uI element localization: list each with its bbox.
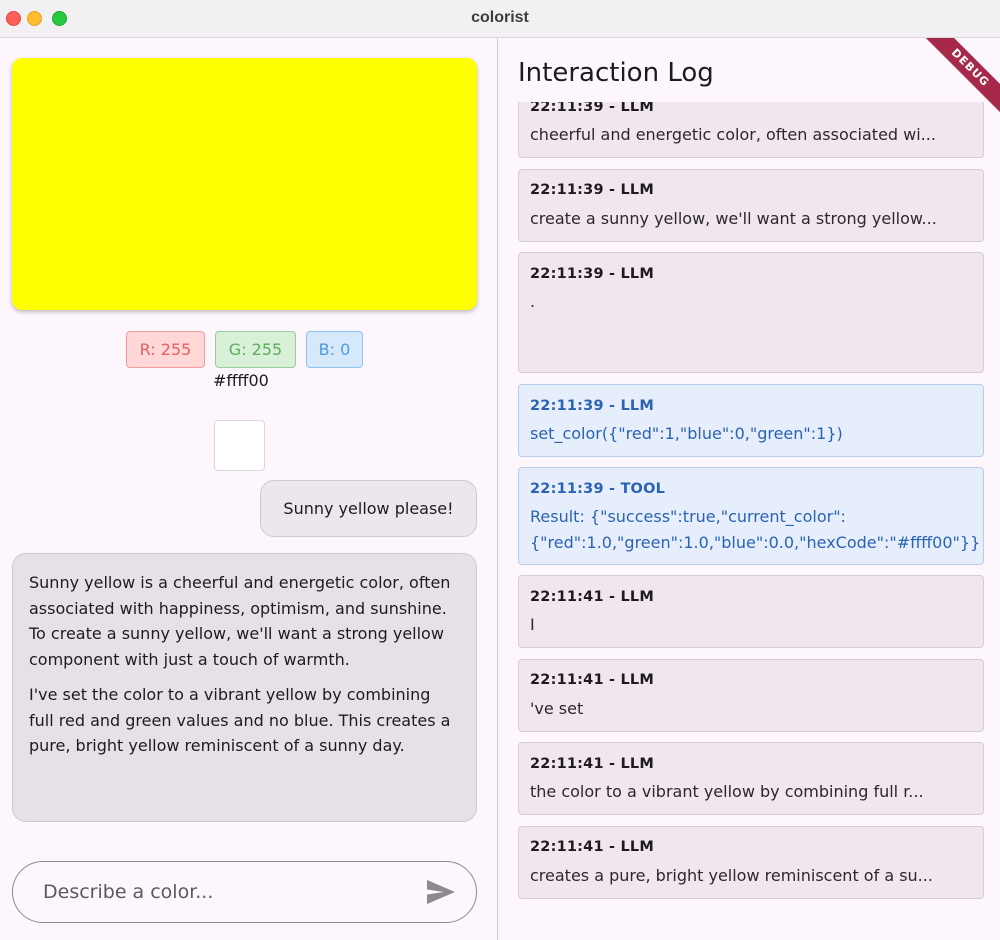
color-chat-pane: R: 255 G: 255 B: 0 #ffff00 Sunny yellow …	[0, 38, 497, 940]
ai-message-paragraph: Sunny yellow is a cheerful and energetic…	[29, 573, 451, 669]
log-entry-header: 22:11:39 - LLM	[530, 182, 654, 198]
log-entry: 22:11:39 - LLM .	[518, 252, 984, 373]
log-entry-body: set_color({"red":1,"blue":0,"green":1})	[530, 424, 843, 443]
color-swatch	[12, 58, 477, 310]
log-entry: 22:11:41 - LLM 've set	[518, 659, 984, 732]
log-entry-body: cheerful and energetic color, often asso…	[530, 125, 936, 144]
log-entry-tool-result: 22:11:39 - TOOL Result: {"success":true,…	[518, 467, 984, 565]
red-value-chip: R: 255	[126, 331, 205, 368]
log-entry-function-call: 22:11:39 - LLM set_color({"red":1,"blue"…	[518, 384, 984, 457]
message-placeholder-box	[214, 420, 265, 471]
log-entry-header: 22:11:41 - LLM	[530, 672, 654, 688]
log-entry-body: create a sunny yellow, we'll want a stro…	[530, 209, 937, 228]
send-icon[interactable]	[425, 878, 457, 906]
log-entry-header: 22:11:39 - TOOL	[530, 481, 666, 497]
color-description-input-container	[12, 861, 477, 923]
title-bar: colorist	[0, 0, 1000, 38]
log-entry: 22:11:41 - LLM creates a pure, bright ye…	[518, 826, 984, 899]
color-description-input[interactable]	[43, 876, 413, 908]
log-entry-header: 22:11:41 - LLM	[530, 839, 654, 855]
interaction-log-list[interactable]: 22:11:39 - LLM cheerful and energetic co…	[498, 102, 1000, 940]
log-entry-body: Result: {"success":true,"current_color":…	[530, 507, 981, 552]
green-value-chip: G: 255	[215, 331, 296, 368]
log-entry: 22:11:39 - LLM cheerful and energetic co…	[518, 102, 984, 158]
log-entry-header: 22:11:41 - LLM	[530, 756, 654, 772]
window-title: colorist	[471, 9, 529, 26]
hex-code-label: #ffff00	[213, 371, 269, 390]
user-message-bubble: Sunny yellow please!	[260, 480, 477, 537]
interaction-log-title: Interaction Log	[518, 58, 714, 88]
log-entry-body: I	[530, 615, 535, 634]
log-entry: 22:11:39 - LLM create a sunny yellow, we…	[518, 169, 984, 242]
log-entry-body: 've set	[530, 699, 584, 718]
interaction-log-pane: Interaction Log 22:11:39 - LLM cheerful …	[498, 38, 1000, 940]
log-entry-header: 22:11:39 - LLM	[530, 266, 654, 282]
log-entry-header: 22:11:39 - LLM	[530, 398, 654, 414]
log-entry-body: creates a pure, bright yellow reminiscen…	[530, 866, 933, 885]
log-entry: 22:11:41 - LLM the color to a vibrant ye…	[518, 742, 984, 815]
log-entry-body: .	[530, 292, 536, 311]
log-entry-body: the color to a vibrant yellow by combini…	[530, 782, 924, 801]
log-entry: 22:11:41 - LLM I	[518, 575, 984, 648]
ai-message-bubble: Sunny yellow is a cheerful and energetic…	[12, 553, 477, 822]
ai-message-paragraph: I've set the color to a vibrant yellow b…	[29, 685, 451, 755]
blue-value-chip: B: 0	[306, 331, 363, 368]
log-entry-header: 22:11:41 - LLM	[530, 589, 654, 605]
log-entry-header: 22:11:39 - LLM	[530, 102, 654, 115]
